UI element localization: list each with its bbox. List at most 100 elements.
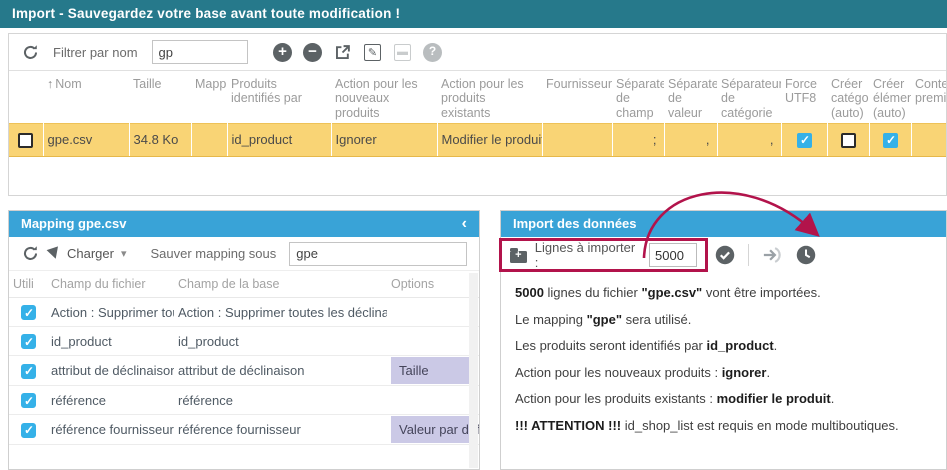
scrollbar[interactable] [469,273,478,468]
column-taille[interactable]: Taille [129,71,191,123]
import-icon[interactable] [761,244,783,266]
cell-action-existants: Modifier le produit [437,123,542,156]
used-checkbox[interactable] [21,334,36,349]
filter-input[interactable] [152,40,248,64]
import-message: Action pour les nouveaux produits : igno… [515,365,944,380]
filter-label: Filtrer par nom [53,45,138,60]
lines-to-import-highlight: Lignes à importer : [499,238,708,272]
file-field: id_product [47,327,174,356]
save-icon-disabled: ▬ [392,41,414,63]
cell-action-nouveaux: Ignorer [331,123,437,156]
import-messages: 5000 lignes du fichier "gpe.csv" vont êt… [501,273,946,433]
file-field: Action : Supprimer tou [47,298,174,327]
file-field: référence [47,386,174,415]
load-mapping-button[interactable]: Charger [67,246,114,261]
save-mapping-label: Sauver mapping sous [151,246,277,261]
lines-to-import-input[interactable] [649,243,697,267]
divider [748,244,749,266]
mapping-table: Utili Champ du fichier Champ de la base … [9,271,479,445]
collapse-chevron-icon[interactable]: ‹ [462,212,467,236]
column-fournisseur[interactable]: Fournisseur [542,71,612,123]
files-table-header: ↑Nom Taille Mappin Produits identifiés p… [9,71,947,123]
folder-add-icon[interactable] [510,251,527,263]
creer-categ-checkbox[interactable] [841,133,856,148]
option-cell[interactable] [387,298,479,327]
import-message: 5000 lignes du fichier "gpe.csv" vont êt… [515,285,944,300]
save-mapping-input[interactable] [289,242,467,266]
cell-taille: 34.8 Ko [129,123,191,156]
import-message: !!! ATTENTION !!! id_shop_list est requi… [515,418,944,433]
file-field: attribut de déclinaison [47,356,174,386]
column-creer-elem[interactable]: Créer élémen (auto) [869,71,911,123]
external-link-icon[interactable] [332,41,354,63]
files-toolbar: Filtrer par nom + − ✎ ▬ ? [9,34,946,71]
option-cell[interactable] [387,327,479,356]
column-nom[interactable]: ↑Nom [43,71,129,123]
refresh-icon[interactable] [19,41,41,63]
row-select-checkbox[interactable] [18,133,33,148]
edit-icon[interactable]: ✎ [362,41,384,63]
column-action-nouveaux[interactable]: Action pour les nouveaux produits [331,71,437,123]
force-utf8-checkbox[interactable] [797,133,812,148]
load-mapping-icon[interactable] [47,246,62,260]
column-creer-categ[interactable]: Créer catégor (auto) [827,71,869,123]
import-toolbar: Lignes à importer : [501,237,946,273]
mapping-panel-header: Mapping gpe.csv ‹ [9,211,479,237]
option-cell[interactable] [387,386,479,415]
column-options: Options [387,271,479,298]
cell-contenu [911,123,947,156]
mapping-table-header: Utili Champ du fichier Champ de la base … [9,271,479,298]
mapping-panel-title: Mapping gpe.csv [21,211,126,237]
import-panel: Import des données Lignes à importer : 5… [500,210,947,470]
add-circle-icon[interactable]: + [272,41,294,63]
creer-elem-checkbox[interactable] [883,133,898,148]
mapping-row[interactable]: id_product id_product [9,327,479,356]
column-sep-categorie[interactable]: Séparateur de catégorie [717,71,781,123]
mapping-row[interactable]: Action : Supprimer tou Action : Supprime… [9,298,479,327]
mapping-row[interactable]: référence référence [9,386,479,415]
help-icon[interactable]: ? [422,41,444,63]
chevron-down-icon[interactable]: ▾ [121,247,127,260]
cell-mapping [191,123,227,156]
import-message: Action pour les produits existants : mod… [515,391,944,406]
db-field: id_product [174,327,387,356]
column-contenu[interactable]: Conten premiè [911,71,947,123]
column-mapping[interactable]: Mappin [191,71,227,123]
column-force-utf8[interactable]: Force UTF8 [781,71,827,123]
db-field: attribut de déclinaison [174,356,387,386]
cell-sep-valeur: , [664,123,717,156]
cell-fournisseur [542,123,612,156]
import-panel-header: Import des données [501,211,946,237]
remove-circle-icon[interactable]: − [302,41,324,63]
used-checkbox[interactable] [21,364,36,379]
cell-sep-categorie: , [717,123,781,156]
sort-asc-icon: ↑ [47,77,53,91]
column-utilise: Utili [9,271,47,298]
table-row[interactable]: gpe.csv 34.8 Ko id_product Ignorer Modif… [9,123,947,156]
cell-sep-champ: ; [612,123,664,156]
used-checkbox[interactable] [21,423,36,438]
mapping-row[interactable]: attribut de déclinaison attribut de décl… [9,356,479,386]
used-checkbox[interactable] [21,305,36,320]
column-champ-fichier: Champ du fichier [47,271,174,298]
column-champ-base: Champ de la base [174,271,387,298]
import-message: Les produits seront identifiés par id_pr… [515,338,944,353]
column-action-existants[interactable]: Action pour les produits existants [437,71,542,123]
column-sep-valeur[interactable]: Séparate de valeur [664,71,717,123]
import-message: Le mapping "gpe" sera utilisé. [515,312,944,327]
import-panel-title: Import des données [513,211,637,237]
page-title: Import - Sauvegardez votre base avant to… [0,0,947,28]
files-panel: Filtrer par nom + − ✎ ▬ ? ↑Nom Taille Ma… [8,33,947,196]
cell-identifies: id_product [227,123,331,156]
option-cell[interactable]: Taille [387,356,479,386]
files-table: ↑Nom Taille Mappin Produits identifiés p… [9,71,947,157]
column-produits-identifies[interactable]: Produits identifiés par [227,71,331,123]
history-icon[interactable] [795,244,817,266]
db-field: Action : Supprimer toutes les déclinais [174,298,387,327]
refresh-icon[interactable] [19,243,41,265]
mapping-panel: Mapping gpe.csv ‹ Charger ▾ Sauver mappi… [8,210,480,470]
validate-icon[interactable] [714,244,736,266]
used-checkbox[interactable] [21,393,36,408]
lines-to-import-label: Lignes à importer : [535,240,641,270]
column-sep-champ[interactable]: Séparate de champ [612,71,664,123]
